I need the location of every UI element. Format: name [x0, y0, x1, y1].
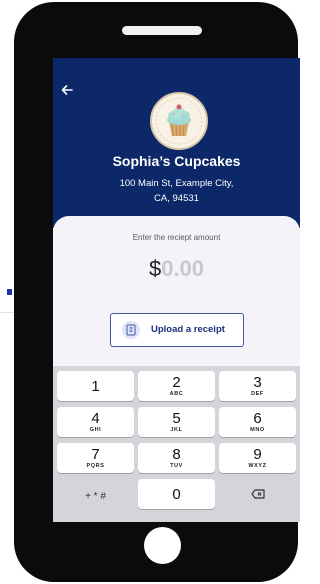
phone-frame: Sophia’s Cupcakes 100 Main St, Example C… [14, 2, 300, 582]
receipt-icon [122, 321, 140, 339]
numeric-keypad: 1 2 ABC 3 DEF 4 GHI 5 JKL 6 MNO 7 PQRS 8 TUV 9W… [53, 366, 300, 522]
key-0[interactable]: 0 [138, 479, 215, 509]
cupcake-logo [150, 92, 208, 150]
business-address: 100 Main St, Example City, CA, 94531 [53, 176, 300, 206]
key-letters: WXYZ [248, 463, 267, 469]
key-letters: GHI [89, 427, 102, 433]
key-8[interactable]: 8 TUV [138, 443, 215, 473]
key-letters: MNO [250, 427, 265, 433]
business-header: Sophia’s Cupcakes 100 Main St, Example C… [53, 58, 300, 228]
amount-card: Enter the reciept amount $0.00 Upload a … [53, 216, 300, 361]
key-5[interactable]: 5 JKL [138, 407, 215, 437]
key-delete[interactable] [219, 479, 296, 509]
key-digit: 6 [253, 410, 262, 427]
phone-speaker [122, 26, 202, 35]
key-letters: TUV [170, 463, 183, 469]
business-name: Sophia’s Cupcakes [112, 153, 241, 169]
key-digit: 0 [172, 486, 181, 503]
key-letters: DEF [251, 391, 264, 397]
key-digit: + * # [85, 491, 106, 502]
key-letters: PQRS [86, 463, 105, 469]
key-letters: ABC [169, 391, 184, 397]
amount-value: 0.00 [161, 256, 205, 281]
key-digit: 2 [172, 374, 181, 391]
key-digit: 4 [91, 410, 100, 427]
key-digit: 5 [172, 410, 181, 427]
key-digit: 9 [253, 446, 262, 463]
key-digit: 7 [91, 446, 100, 463]
key-symbols[interactable]: + * # [57, 479, 134, 509]
key-digit: 1 [91, 378, 100, 395]
app-screen: Sophia’s Cupcakes 100 Main St, Example C… [53, 58, 300, 522]
key-6[interactable]: 6 MNO [219, 407, 296, 437]
address-line-1: 100 Main St, Example City, [119, 178, 234, 189]
decorative-mark [7, 289, 12, 295]
arrow-left-icon[interactable] [60, 83, 74, 97]
backspace-icon [251, 489, 265, 499]
currency-symbol: $ [148, 256, 162, 281]
upload-receipt-label: Upload a receipt [151, 324, 225, 335]
upload-receipt-button[interactable]: Upload a receipt [110, 313, 244, 347]
key-letters: JKL [170, 427, 183, 433]
key-digit: 3 [253, 374, 262, 391]
key-4[interactable]: 4 GHI [57, 407, 134, 437]
key-9[interactable]: 9 WXYZ [219, 443, 296, 473]
key-2[interactable]: 2 ABC [138, 371, 215, 401]
home-button[interactable] [144, 527, 181, 564]
amount-prompt: Enter the reciept amount [132, 233, 221, 242]
key-3[interactable]: 3 DEF [219, 371, 296, 401]
amount-display[interactable]: $0.00 [53, 256, 300, 282]
key-7[interactable]: 7 PQRS [57, 443, 134, 473]
key-digit: 8 [172, 446, 181, 463]
address-line-2: CA, 94531 [154, 193, 199, 204]
key-1[interactable]: 1 [57, 371, 134, 401]
